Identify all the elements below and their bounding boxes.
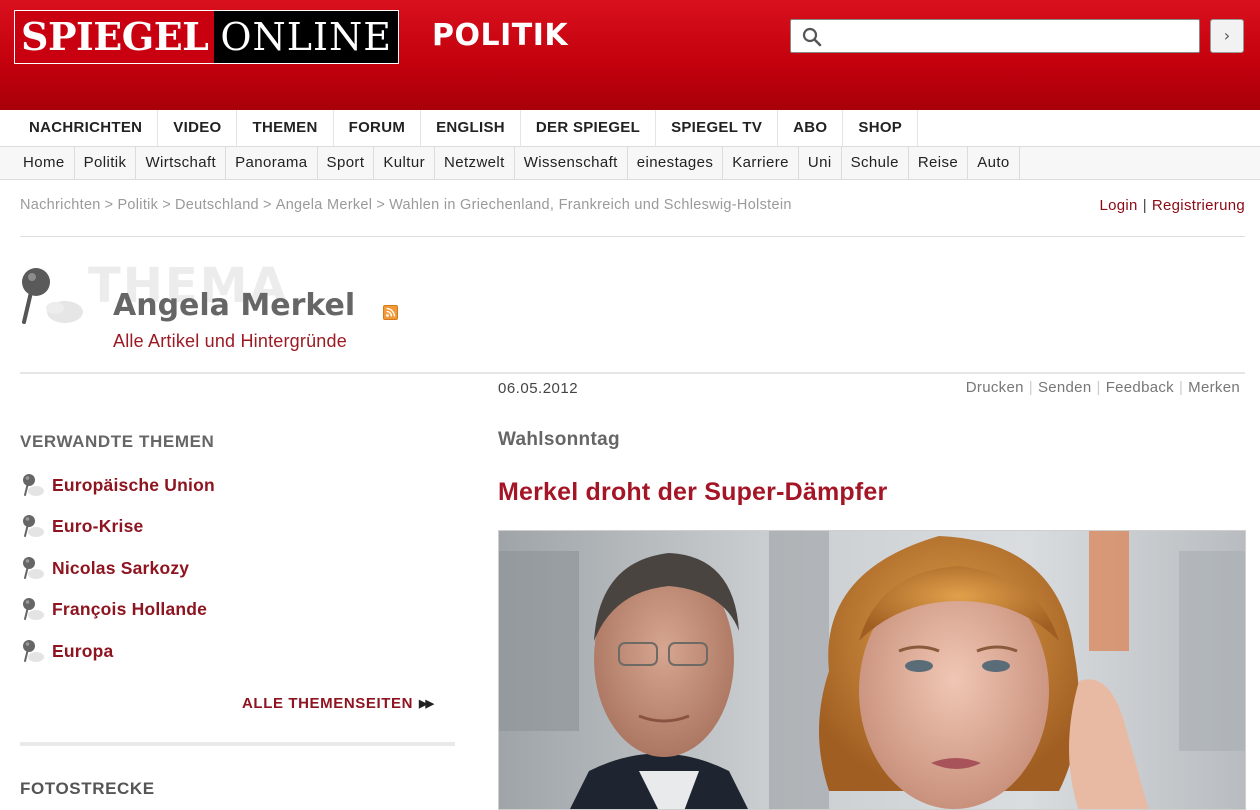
pin-icon (23, 598, 44, 620)
pin-icon (23, 515, 44, 537)
article-kicker: Wahlsonntag (498, 429, 620, 450)
sub-nav-item-schule[interactable]: Schule (842, 147, 909, 179)
related-topic-label[interactable]: Euro-Krise (52, 516, 143, 537)
related-topic-item[interactable]: Europa (20, 638, 114, 664)
main-nav-item-forum[interactable]: FORUM (334, 110, 422, 146)
breadcrumb-separator: > (104, 197, 114, 213)
main-nav-item-shop[interactable]: SHOP (843, 110, 919, 146)
sub-nav-item-politik[interactable]: Politik (75, 147, 137, 179)
pin-icon (23, 557, 44, 579)
tools-separator: | (1028, 379, 1033, 396)
breadcrumb-item-nachrichten[interactable]: Nachrichten (20, 197, 101, 213)
logo-spiegel-text: SPIEGEL (15, 11, 215, 63)
article-headline[interactable]: Merkel droht der Super-Dämpfer (498, 478, 887, 507)
sub-nav-item-wissenschaft[interactable]: Wissenschaft (515, 147, 628, 179)
divider (20, 742, 455, 746)
article-date: 06.05.2012 (498, 380, 579, 397)
breadcrumb-item-current: Wahlen in Griechenland, Frankreich und S… (389, 197, 792, 213)
breadcrumb-item-angela-merkel[interactable]: Angela Merkel (276, 197, 373, 213)
rss-icon[interactable] (383, 305, 398, 320)
main-nav-item-nachrichten[interactable]: NACHRICHTEN (14, 110, 159, 146)
search-icon (802, 27, 822, 47)
fotostrecke-heading: FOTOSTRECKE (20, 779, 155, 798)
main-nav-item-der-spiegel[interactable]: DER SPIEGEL (521, 110, 657, 146)
pin-icon (23, 640, 44, 662)
breadcrumb-separator: > (376, 197, 386, 213)
page-title: Angela Merkel (113, 288, 356, 323)
feedback-link[interactable]: Feedback (1106, 379, 1174, 396)
sub-nav-item-panorama[interactable]: Panorama (226, 147, 318, 179)
article-tools: Drucken | Senden | Feedback | Merken (966, 379, 1240, 396)
sub-nav-item-netzwelt[interactable]: Netzwelt (435, 147, 515, 179)
related-topic-item[interactable]: François Hollande (20, 596, 207, 622)
page-subtitle[interactable]: Alle Artikel und Hintergründe (113, 331, 347, 352)
main-nav-item-spiegel-tv[interactable]: SPIEGEL TV (656, 110, 779, 146)
main-nav-item-abo[interactable]: ABO (778, 110, 844, 146)
breadcrumb-item-politik[interactable]: Politik (117, 197, 158, 213)
breadcrumb-separator: > (262, 197, 272, 213)
divider (20, 372, 1245, 374)
account-links: Login | Registrierung (1099, 197, 1245, 214)
login-link[interactable]: Login (1099, 197, 1137, 214)
topic-pin-icon (22, 268, 83, 324)
main-nav-item-themen[interactable]: THEMEN (237, 110, 334, 146)
related-topic-label[interactable]: Europa (52, 641, 114, 662)
sub-nav-item-einestages[interactable]: einestages (628, 147, 724, 179)
breadcrumb: Nachrichten > Politik > Deutschland > Angela M… (20, 197, 792, 213)
sub-nav-item-kultur[interactable]: Kultur (374, 147, 435, 179)
all-topics-label: ALLE THEMENSEITEN (242, 695, 414, 712)
main-navigation: NACHRICHTEN VIDEO THEMEN FORUM ENGLISH D… (0, 110, 1260, 146)
account-separator: | (1142, 197, 1147, 214)
sub-nav-item-home[interactable]: Home (14, 147, 75, 179)
tools-separator: | (1096, 379, 1101, 396)
send-link[interactable]: Senden (1038, 379, 1092, 396)
sub-nav-item-sport[interactable]: Sport (318, 147, 375, 179)
sub-nav-item-auto[interactable]: Auto (968, 147, 1020, 179)
tools-separator: | (1178, 379, 1184, 396)
related-topic-item[interactable]: Europäische Union (20, 472, 215, 498)
related-topic-item[interactable]: Euro-Krise (20, 513, 143, 539)
sub-nav-item-wirtschaft[interactable]: Wirtschaft (136, 147, 227, 179)
related-topic-label[interactable]: François Hollande (52, 599, 207, 620)
article-photo-image (499, 531, 1245, 809)
bookmark-link[interactable]: Merken (1188, 379, 1240, 396)
sub-nav-item-karriere[interactable]: Karriere (723, 147, 799, 179)
print-link[interactable]: Drucken (966, 379, 1024, 396)
site-header: SPIEGEL ONLINE POLITIK › (0, 0, 1260, 110)
register-link[interactable]: Registrierung (1152, 197, 1245, 214)
related-topic-label[interactable]: Europäische Union (52, 475, 215, 496)
double-arrow-icon: ▶▶ (419, 698, 434, 710)
search-box[interactable] (790, 19, 1200, 53)
pin-icon (23, 474, 44, 496)
main-nav-item-english[interactable]: ENGLISH (421, 110, 521, 146)
sub-nav-item-uni[interactable]: Uni (799, 147, 842, 179)
all-topics-link[interactable]: ALLE THEMENSEITEN ▶▶ (242, 695, 434, 712)
spiegel-online-logo[interactable]: SPIEGEL ONLINE (14, 10, 400, 64)
article-photo[interactable] (498, 530, 1246, 810)
sub-nav-item-reise[interactable]: Reise (909, 147, 969, 179)
section-title[interactable]: POLITIK (432, 18, 568, 53)
main-nav-item-video[interactable]: VIDEO (158, 110, 238, 146)
related-topic-label[interactable]: Nicolas Sarkozy (52, 558, 189, 579)
related-topic-item[interactable]: Nicolas Sarkozy (20, 555, 189, 581)
search-submit-button[interactable]: › (1210, 19, 1244, 53)
search-input[interactable] (831, 24, 1191, 48)
related-topics-heading: VERWANDTE THEMEN (20, 432, 215, 451)
breadcrumb-separator: > (162, 197, 172, 213)
logo-online-text: ONLINE (214, 11, 399, 63)
sub-navigation: Home Politik Wirtschaft Panorama Sport K… (0, 146, 1260, 180)
divider (20, 236, 1245, 237)
breadcrumb-item-deutschland[interactable]: Deutschland (175, 197, 259, 213)
